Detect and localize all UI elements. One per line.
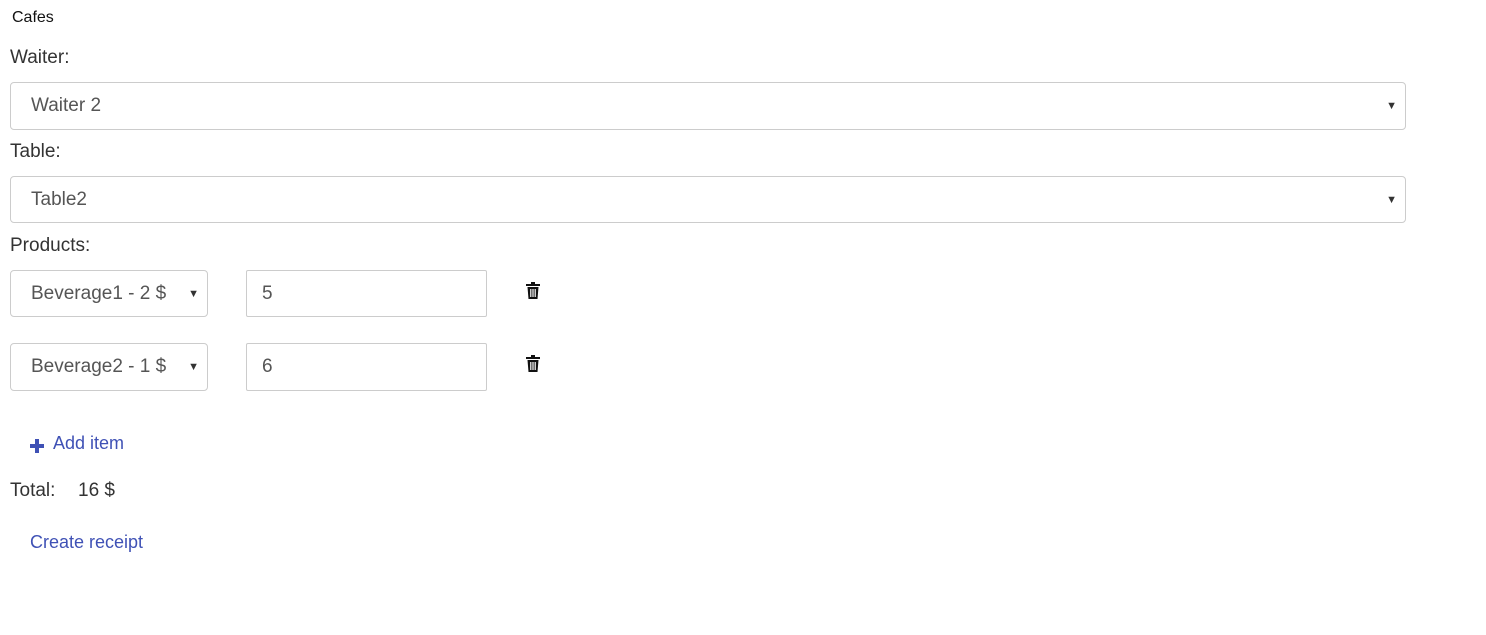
product-select[interactable]: Beverage1 - 2 $ ▼ — [10, 270, 208, 317]
quantity-input[interactable] — [246, 343, 487, 391]
waiter-select[interactable]: Waiter 2 ▼ — [10, 82, 1406, 130]
product-select-value: Beverage2 - 1 $ — [31, 356, 167, 377]
create-receipt-button[interactable]: Create receipt — [30, 532, 143, 553]
total-label: Total: — [10, 480, 56, 501]
add-item-button[interactable]: Add item — [30, 433, 124, 454]
plus-icon — [30, 437, 44, 453]
total-value: 16 $ — [78, 480, 115, 501]
caret-down-icon: ▼ — [1386, 193, 1397, 206]
add-item-label: Add item — [53, 433, 125, 453]
trash-icon[interactable] — [526, 282, 540, 299]
product-select-value: Beverage1 - 2 $ — [31, 282, 167, 304]
waiter-select-value: Waiter 2 — [31, 95, 102, 116]
caret-down-icon: ▼ — [188, 287, 199, 300]
app-title: Cafes — [12, 9, 54, 26]
table-select[interactable]: Table2 ▼ — [10, 176, 1406, 223]
table-label: Table: — [10, 141, 61, 162]
caret-down-icon: ▼ — [1386, 100, 1397, 112]
product-select[interactable]: Beverage2 - 1 $ ▼ — [10, 343, 208, 391]
quantity-input[interactable] — [246, 270, 487, 317]
caret-down-icon: ▼ — [188, 361, 199, 373]
table-select-value: Table2 — [31, 188, 87, 210]
waiter-label: Waiter: — [10, 47, 70, 68]
trash-icon[interactable] — [526, 355, 540, 372]
products-label: Products: — [10, 235, 91, 256]
